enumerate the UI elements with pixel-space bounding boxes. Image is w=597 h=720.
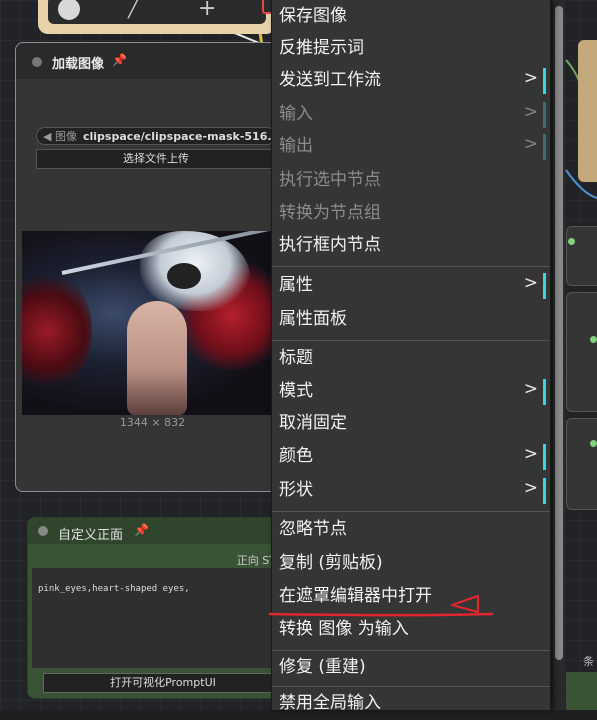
- menu-item-label: 转换 图像 为输入: [279, 619, 409, 639]
- menu-item-disable-global-input[interactable]: 禁用全局输入: [272, 688, 550, 720]
- menu-item-inputs: 输入 >: [272, 99, 550, 131]
- side-node-label: 条: [583, 655, 594, 668]
- menu-item-label: 转换为节点组: [279, 203, 381, 223]
- selection-toolbar: ╱ +: [38, 0, 282, 34]
- menu-item-label: 形状: [279, 480, 313, 500]
- menu-item-label: 执行框内节点: [279, 235, 381, 255]
- custom-positive-node[interactable]: 自定义正面 📌 正向 ST pink_eyes,heart-shaped eye…: [27, 517, 287, 699]
- menu-item-label: 反推提示词: [279, 38, 364, 58]
- menu-item-send-to-workflow[interactable]: 发送到工作流 >: [272, 65, 550, 97]
- menu-item-label: 属性面板: [279, 309, 347, 329]
- submenu-arrow-icon: >: [523, 478, 538, 498]
- pin-icon: 📌: [112, 53, 127, 67]
- toolbar-body: ╱ +: [48, 0, 282, 24]
- submenu-arrow-icon: >: [523, 134, 538, 154]
- menu-item-execute-in-frame[interactable]: 执行框内节点: [272, 230, 550, 262]
- submenu-arrow-icon: >: [523, 444, 538, 464]
- menu-item-convert-image-to-input[interactable]: 转换 图像 为输入: [272, 614, 550, 646]
- menu-item-label: 禁用全局输入: [279, 693, 381, 713]
- menu-item-shape[interactable]: 形状 >: [272, 475, 550, 507]
- slot-dot[interactable]: [590, 336, 597, 343]
- side-node-tan[interactable]: [578, 40, 597, 182]
- combo-label: ◀ 图像: [43, 130, 77, 143]
- menu-item-label: 标题: [279, 348, 313, 368]
- submenu-arrow-icon: >: [523, 68, 538, 88]
- menu-separator: [272, 686, 550, 687]
- combo-value: clipspace/clipspace-mask-516...: [82, 130, 276, 143]
- menu-item-label: 保存图像: [279, 6, 347, 26]
- color-picker-icon[interactable]: [58, 0, 80, 20]
- menu-item-properties-panel[interactable]: 属性面板: [272, 304, 550, 336]
- submenu-arrow-icon: >: [523, 102, 538, 122]
- menu-item-properties[interactable]: 属性 >: [272, 270, 550, 302]
- menu-item-label: 在遮罩编辑器中打开: [279, 586, 432, 606]
- menu-item-fix-rebuild[interactable]: 修复 (重建): [272, 652, 550, 684]
- menu-item-label: 属性: [279, 275, 313, 295]
- slot-dot[interactable]: [568, 238, 575, 245]
- menu-item-label: 执行选中节点: [279, 170, 381, 190]
- upload-button[interactable]: 选择文件上传: [36, 149, 276, 169]
- menu-item-label: 取消固定: [279, 413, 347, 433]
- submenu-indicator: [543, 68, 546, 94]
- load-image-node[interactable]: 加载图像 📌 ◀ 图像 clipspace/clipspace-mask-516.…: [15, 42, 290, 492]
- menu-item-mode[interactable]: 模式 >: [272, 376, 550, 408]
- submenu-indicator: [543, 379, 546, 405]
- node-header[interactable]: 加载图像 📌: [16, 43, 289, 79]
- node-header[interactable]: 自定义正面 📌: [28, 518, 286, 544]
- menu-item-copy-clipboard[interactable]: 复制 (剪贴板): [272, 548, 550, 580]
- submenu-arrow-icon: >: [523, 379, 538, 399]
- slot-dot[interactable]: [590, 440, 597, 447]
- menu-item-save-image[interactable]: 保存图像: [272, 1, 550, 33]
- image-preview: [22, 231, 284, 415]
- scrollbar-thumb[interactable]: [555, 6, 563, 660]
- side-node-green[interactable]: [566, 672, 597, 710]
- menu-item-outputs: 输出 >: [272, 131, 550, 163]
- image-dimensions: 1344 × 832: [119, 416, 186, 429]
- menu-item-label: 发送到工作流: [279, 70, 381, 90]
- edit-icon[interactable]: ╱: [128, 0, 139, 19]
- add-icon[interactable]: +: [198, 0, 216, 21]
- menu-item-label: 复制 (剪贴板): [279, 553, 383, 573]
- node-title: 自定义正面: [58, 528, 124, 543]
- menu-item-interrogate[interactable]: 反推提示词: [272, 33, 550, 65]
- menu-item-label: 输入: [279, 104, 313, 124]
- menu-item-convert-to-group: 转换为节点组: [272, 198, 550, 230]
- menu-item-open-in-mask-editor[interactable]: 在遮罩编辑器中打开: [272, 581, 550, 613]
- side-node-1[interactable]: [566, 226, 597, 286]
- menu-item-label: 颜色: [279, 446, 313, 466]
- menu-item-unpin[interactable]: 取消固定: [272, 408, 550, 440]
- menu-separator: [272, 650, 550, 651]
- submenu-indicator: [543, 102, 546, 128]
- menu-separator: [272, 511, 550, 512]
- menu-separator: [272, 266, 550, 267]
- menu-item-execute-selected: 执行选中节点: [272, 165, 550, 197]
- menu-item-label: 忽略节点: [279, 519, 347, 539]
- collapse-dot[interactable]: [38, 526, 48, 536]
- menu-separator: [272, 340, 550, 341]
- menu-scrollbar[interactable]: [553, 0, 565, 710]
- pin-icon: 📌: [134, 523, 149, 537]
- prompt-textarea[interactable]: [32, 568, 284, 668]
- menu-item-label: 修复 (重建): [279, 657, 366, 677]
- image-combo[interactable]: ◀ 图像 clipspace/clipspace-mask-516...: [36, 127, 276, 145]
- menu-item-title[interactable]: 标题: [272, 343, 550, 375]
- side-node-3[interactable]: [566, 418, 597, 510]
- menu-item-label: 模式: [279, 381, 313, 401]
- prompt-text: pink_eyes,heart-shaped eyes,: [38, 584, 190, 594]
- side-node-2[interactable]: [566, 292, 597, 412]
- menu-item-label: 输出: [279, 136, 313, 156]
- menu-item-bypass-node[interactable]: 忽略节点: [272, 514, 550, 546]
- submenu-indicator: [543, 444, 546, 470]
- submenu-indicator: [543, 134, 546, 160]
- submenu-arrow-icon: >: [523, 273, 538, 293]
- submenu-indicator: [543, 273, 546, 299]
- collapse-dot[interactable]: [32, 57, 42, 67]
- node-title: 加载图像: [52, 57, 105, 72]
- context-menu: 保存图像 反推提示词 发送到工作流 > 输入 > 输出 > 执行选中节点 转换为节点组…: [271, 0, 551, 713]
- submenu-indicator: [543, 478, 546, 504]
- menu-item-color[interactable]: 颜色 >: [272, 441, 550, 473]
- open-prompt-ui-button[interactable]: 打开可视化PromptUI: [43, 673, 283, 693]
